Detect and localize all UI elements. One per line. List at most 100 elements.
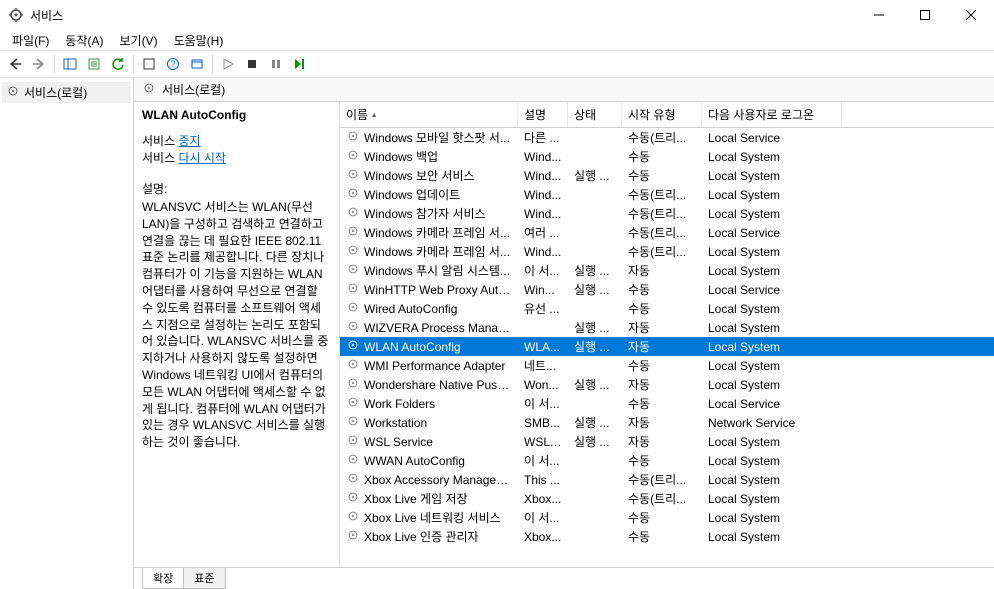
gear-icon [346,490,362,507]
column-startup-type[interactable]: 시작 유형 [622,102,702,127]
maximize-button[interactable] [902,0,948,30]
service-row[interactable]: Xbox Live 인증 관리자Xbox...수동Local System [340,527,994,546]
cell-status: 실행 ... [568,318,622,337]
service-row[interactable]: Windows 카메라 프레임 서...Wind...수동(트리...Local… [340,242,994,261]
cell-logon: Local System [702,377,842,393]
service-row[interactable]: Windows 모바일 핫스팟 서...다른 ...수동(트리...Local … [340,128,994,147]
cell-name: Windows 카메라 프레임 서... [340,223,518,242]
service-row[interactable]: Windows 업데이트Wind...수동(트리...Local System [340,185,994,204]
service-row[interactable]: WorkstationSMB...실행 ...자동Network Service [340,413,994,432]
cell-startup: 수동(트리... [622,242,702,261]
menu-action[interactable]: 동작(A) [57,30,111,51]
service-row[interactable]: WIZVERA Process Manager...실행 ...자동Local … [340,318,994,337]
right-pane-header: 서비스(로컬) [134,78,994,102]
column-logon-as[interactable]: 다음 사용자로 로그온 [702,102,842,127]
cell-description: 네트... [518,356,568,375]
cell-status [568,194,622,196]
service-row[interactable]: Xbox Live 게임 저장Xbox...수동(트리...Local Syst… [340,489,994,508]
gear-icon [346,129,362,146]
gear-icon [346,167,362,184]
cell-logon: Local System [702,510,842,526]
service-name-text: WMI Performance Adapter [364,359,505,373]
service-name-text: Windows 백업 [364,148,438,165]
service-name-text: Wondershare Native Push ... [364,378,512,392]
export-list-button[interactable] [83,53,105,75]
minimize-button[interactable] [856,0,902,30]
service-name-text: WLAN AutoConfig [364,340,461,354]
service-row[interactable]: WLAN AutoConfigWLA...실행 ...자동Local Syste… [340,337,994,356]
service-row[interactable]: Windows 참가자 서비스Wind...수동(트리...Local Syst… [340,204,994,223]
cell-startup: 수동(트리... [622,470,702,489]
gear-icon [346,452,362,469]
close-button[interactable] [948,0,994,30]
cell-description: 다른 ... [518,128,568,147]
cell-name: Windows 업데이트 [340,185,518,204]
service-row[interactable]: Windows 백업Wind...수동Local System [340,147,994,166]
cell-startup: 수동 [622,299,702,318]
pause-service-button[interactable] [265,53,287,75]
cell-logon: Local Service [702,396,842,412]
service-row[interactable]: Wired AutoConfig유선 ...수동Local System [340,299,994,318]
service-label: 서비스 [142,134,175,148]
service-row[interactable]: Windows 보안 서비스Wind...실행 ...수동Local Syste… [340,166,994,185]
service-row[interactable]: Xbox Live 네트워킹 서비스이 서...수동Local System [340,508,994,527]
cell-name: Work Folders [340,394,518,413]
back-button[interactable] [4,53,26,75]
menu-help[interactable]: 도움말(H) [166,30,232,51]
restart-service-button[interactable] [289,53,311,75]
cell-status [568,479,622,481]
cell-description: Wind... [518,168,568,184]
service-row[interactable]: WinHTTP Web Proxy Auto-...Win...실행 ...수동… [340,280,994,299]
cell-startup: 자동 [622,413,702,432]
service-row[interactable]: Work Folders이 서...수동Local Service [340,394,994,413]
service-row[interactable]: Wondershare Native Push ...Won...실행 ...자… [340,375,994,394]
properties-button[interactable] [138,53,160,75]
service-row[interactable]: Xbox Accessory Managem...This ...수동(트리..… [340,470,994,489]
restart-link[interactable]: 다시 시작 [178,151,226,165]
cell-name: WIZVERA Process Manager... [340,318,518,337]
start-service-button[interactable] [217,53,239,75]
refresh-button[interactable] [107,53,129,75]
menu-file[interactable]: 파일(F) [4,30,57,51]
title-bar: 서비스 [0,0,994,30]
service-row[interactable]: WSL ServiceWSL ...실행 ...자동Local System [340,432,994,451]
cell-startup: 수동(트리... [622,489,702,508]
cell-logon: Local System [702,168,842,184]
cell-logon: Local System [702,263,842,279]
gear-icon [346,205,362,222]
cell-status [568,156,622,158]
cell-name: Windows 모바일 핫스팟 서... [340,128,518,147]
service-row[interactable]: Windows 푸시 알림 시스템...이 서...실행 ...자동Local … [340,261,994,280]
toolbar-separator [54,55,55,73]
cell-logon: Local System [702,358,842,374]
gear-icon [346,471,362,488]
properties-2-button[interactable] [186,53,208,75]
cell-status [568,403,622,405]
service-actions: 서비스 중지 서비스 다시 시작 [142,132,331,166]
cell-description: 이 서... [518,508,568,527]
tab-standard[interactable]: 표준 [183,568,225,589]
main-area: 서비스(로컬) 서비스(로컬) WLAN AutoConfig 서비스 중지 서… [0,78,994,589]
service-row[interactable]: WMI Performance Adapter네트...수동Local Syst… [340,356,994,375]
cell-description: 이 서... [518,394,568,413]
menu-view[interactable]: 보기(V) [111,30,165,51]
forward-button[interactable] [28,53,50,75]
stop-service-button[interactable] [241,53,263,75]
cell-name: Windows 보안 서비스 [340,166,518,185]
service-row[interactable]: WWAN AutoConfig이 서...수동Local System [340,451,994,470]
cell-status [568,308,622,310]
show-hide-tree-button[interactable] [59,53,81,75]
cell-status [568,232,622,234]
tab-extended[interactable]: 확장 [142,568,184,589]
service-row[interactable]: Windows 카메라 프레임 서...여러 ...수동(트리...Local … [340,223,994,242]
column-status[interactable]: 상태 [568,102,622,127]
column-description[interactable]: 설명 [518,102,568,127]
cell-description [518,327,568,329]
cell-status [568,498,622,500]
tree-item-services-local[interactable]: 서비스(로컬) [2,82,131,103]
column-name[interactable]: 이름 ▴ [340,102,518,127]
detail-pane: WLAN AutoConfig 서비스 중지 서비스 다시 시작 설명: WLA… [134,102,340,567]
stop-link[interactable]: 중지 [178,134,200,148]
gear-icon [346,357,362,374]
help-button[interactable]: ? [162,53,184,75]
